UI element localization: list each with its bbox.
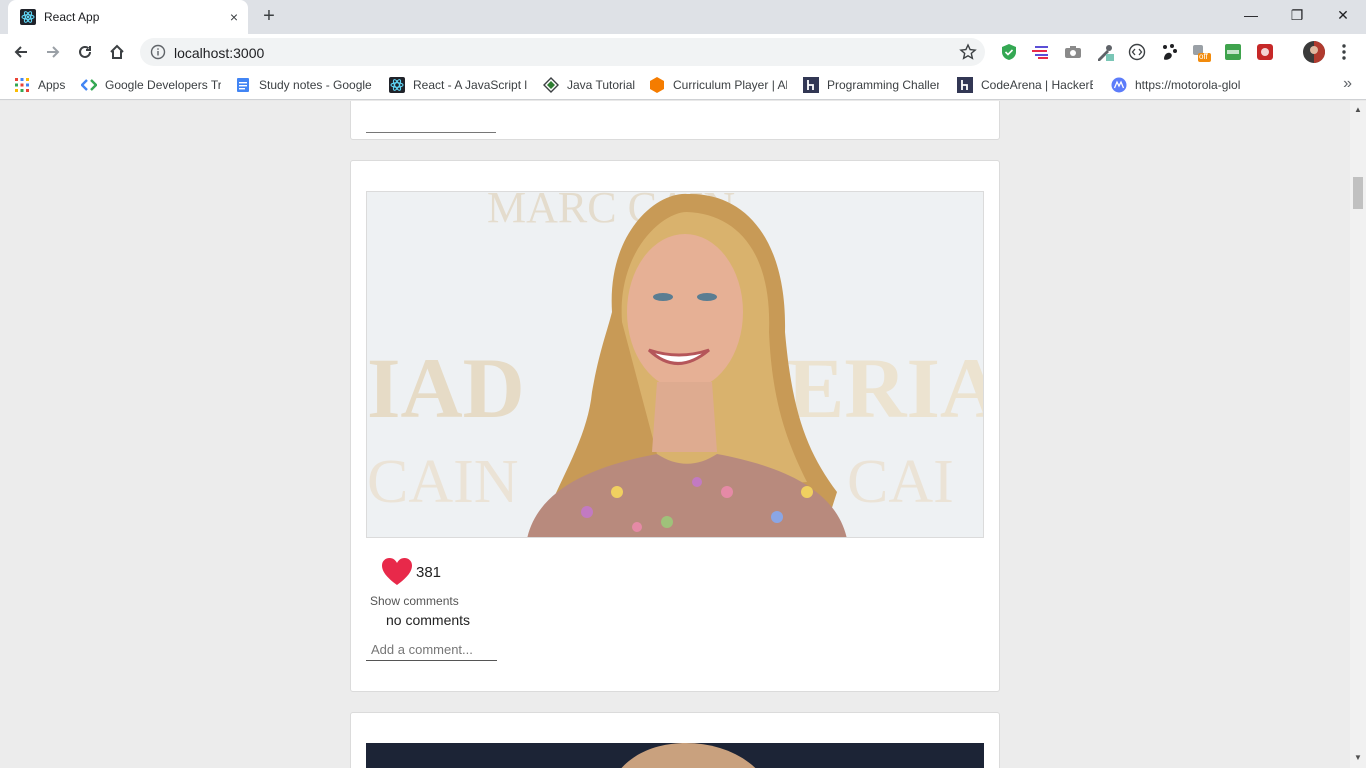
minimize-window-button[interactable]: —	[1228, 0, 1274, 30]
profile-avatar[interactable]	[1302, 40, 1326, 64]
bookmarks-overflow-button[interactable]: »	[1343, 75, 1352, 93]
next-post-card	[350, 712, 1000, 768]
bookmark-motorola[interactable]: https://motorola-glol	[1111, 76, 1249, 94]
browser-tab-strip: React App × + — ❐ ✕	[0, 0, 1366, 34]
forward-arrow-icon	[47, 46, 60, 58]
svg-text:CAIN: CAIN	[367, 448, 519, 516]
like-count: 381	[416, 563, 442, 581]
url-text[interactable]: localhost:3000	[174, 45, 264, 61]
hackerearth-icon	[957, 77, 973, 93]
paw-extension-icon[interactable]	[1159, 42, 1179, 62]
motorola-icon	[1111, 77, 1127, 93]
svg-text:IAD: IAD	[367, 340, 525, 436]
bookmark-react[interactable]: React - A JavaScript li	[389, 76, 527, 94]
lines-extension-icon[interactable]	[1031, 42, 1051, 62]
red-extension-icon[interactable]	[1255, 42, 1275, 62]
restore-window-button[interactable]: ❐	[1274, 0, 1320, 30]
close-window-button[interactable]: ✕	[1320, 0, 1366, 30]
scroll-up-arrow-icon[interactable]: ▲	[1354, 106, 1362, 114]
react-icon	[389, 77, 405, 93]
bookmark-study-notes[interactable]: Study notes - Google	[235, 76, 375, 94]
home-button[interactable]	[104, 39, 130, 65]
site-info-icon[interactable]	[150, 44, 166, 60]
next-post-photo	[366, 743, 984, 768]
page-scrollbar[interactable]: ▲ ▼	[1350, 101, 1366, 768]
scrollbar-thumb[interactable]	[1353, 177, 1363, 209]
scroll-down-arrow-icon[interactable]: ▼	[1354, 754, 1362, 762]
page-content: MARC CAIN IAD ERIA CAIN CAI 381 Show com…	[0, 101, 1350, 768]
previous-comment-input-underline[interactable]	[366, 132, 496, 133]
post-photo: MARC CAIN IAD ERIA CAIN CAI	[367, 192, 984, 537]
react-favicon-icon	[20, 9, 36, 25]
bookmark-apps[interactable]: Apps	[14, 76, 65, 94]
google-docs-icon	[237, 78, 249, 92]
bookmark-google-developers[interactable]: Google Developers Tr	[81, 76, 221, 94]
reload-button[interactable]	[72, 39, 98, 65]
bookmark-star-icon[interactable]	[959, 43, 977, 61]
svg-text:ERIA: ERIA	[787, 340, 984, 436]
reload-icon	[79, 45, 91, 58]
svg-text:CAI: CAI	[847, 448, 954, 516]
no-comments-text: no comments	[386, 612, 471, 628]
add-comment-input[interactable]	[366, 639, 497, 661]
cors-extension-icon[interactable]	[1223, 42, 1243, 62]
puzzle-extension-icon[interactable]: off	[1191, 42, 1211, 62]
shield-extension-icon[interactable]	[999, 42, 1019, 62]
extension-off-badge: off	[1199, 52, 1208, 61]
browser-tab[interactable]: React App ×	[8, 0, 248, 34]
browser-menu-icon[interactable]	[1334, 42, 1354, 62]
browser-toolbar: localhost:3000 off	[0, 34, 1366, 70]
camera-extension-icon[interactable]	[1063, 42, 1083, 62]
dropper-extension-icon[interactable]	[1095, 42, 1115, 62]
home-icon	[110, 44, 124, 59]
post-card: MARC CAIN IAD ERIA CAIN CAI 381 Show com…	[350, 160, 1000, 692]
new-tab-button[interactable]: +	[258, 6, 280, 28]
back-button[interactable]	[8, 39, 34, 65]
bookmark-codearena[interactable]: CodeArena | HackerE	[957, 76, 1093, 94]
hackerearth-icon	[803, 77, 819, 93]
apps-grid-icon	[15, 78, 29, 92]
google-developers-icon	[81, 79, 97, 91]
code-extension-icon[interactable]	[1127, 42, 1147, 62]
curriculum-player-icon	[650, 77, 664, 93]
bookmark-curriculum-player[interactable]: Curriculum Player | Al	[649, 76, 787, 94]
tab-close-icon[interactable]: ×	[226, 9, 242, 25]
tab-title: React App	[44, 10, 100, 24]
bookmark-programming-challenges[interactable]: Programming Challen	[803, 76, 939, 94]
show-comments-link[interactable]: Show comments	[370, 594, 459, 608]
previous-post-card	[350, 101, 1000, 140]
like-row: 381	[381, 555, 441, 589]
back-arrow-icon	[14, 46, 27, 58]
java-tutorial-icon	[543, 77, 559, 93]
address-bar[interactable]: localhost:3000	[140, 38, 985, 66]
forward-button[interactable]	[40, 39, 66, 65]
bookmarks-bar: Apps Google Developers Tr Study notes - …	[0, 70, 1366, 100]
next-post-image	[366, 743, 984, 768]
post-image: MARC CAIN IAD ERIA CAIN CAI	[366, 191, 984, 538]
bookmark-java-tutorial[interactable]: Java Tutorial	[543, 76, 635, 94]
heart-like-icon[interactable]	[381, 557, 413, 587]
